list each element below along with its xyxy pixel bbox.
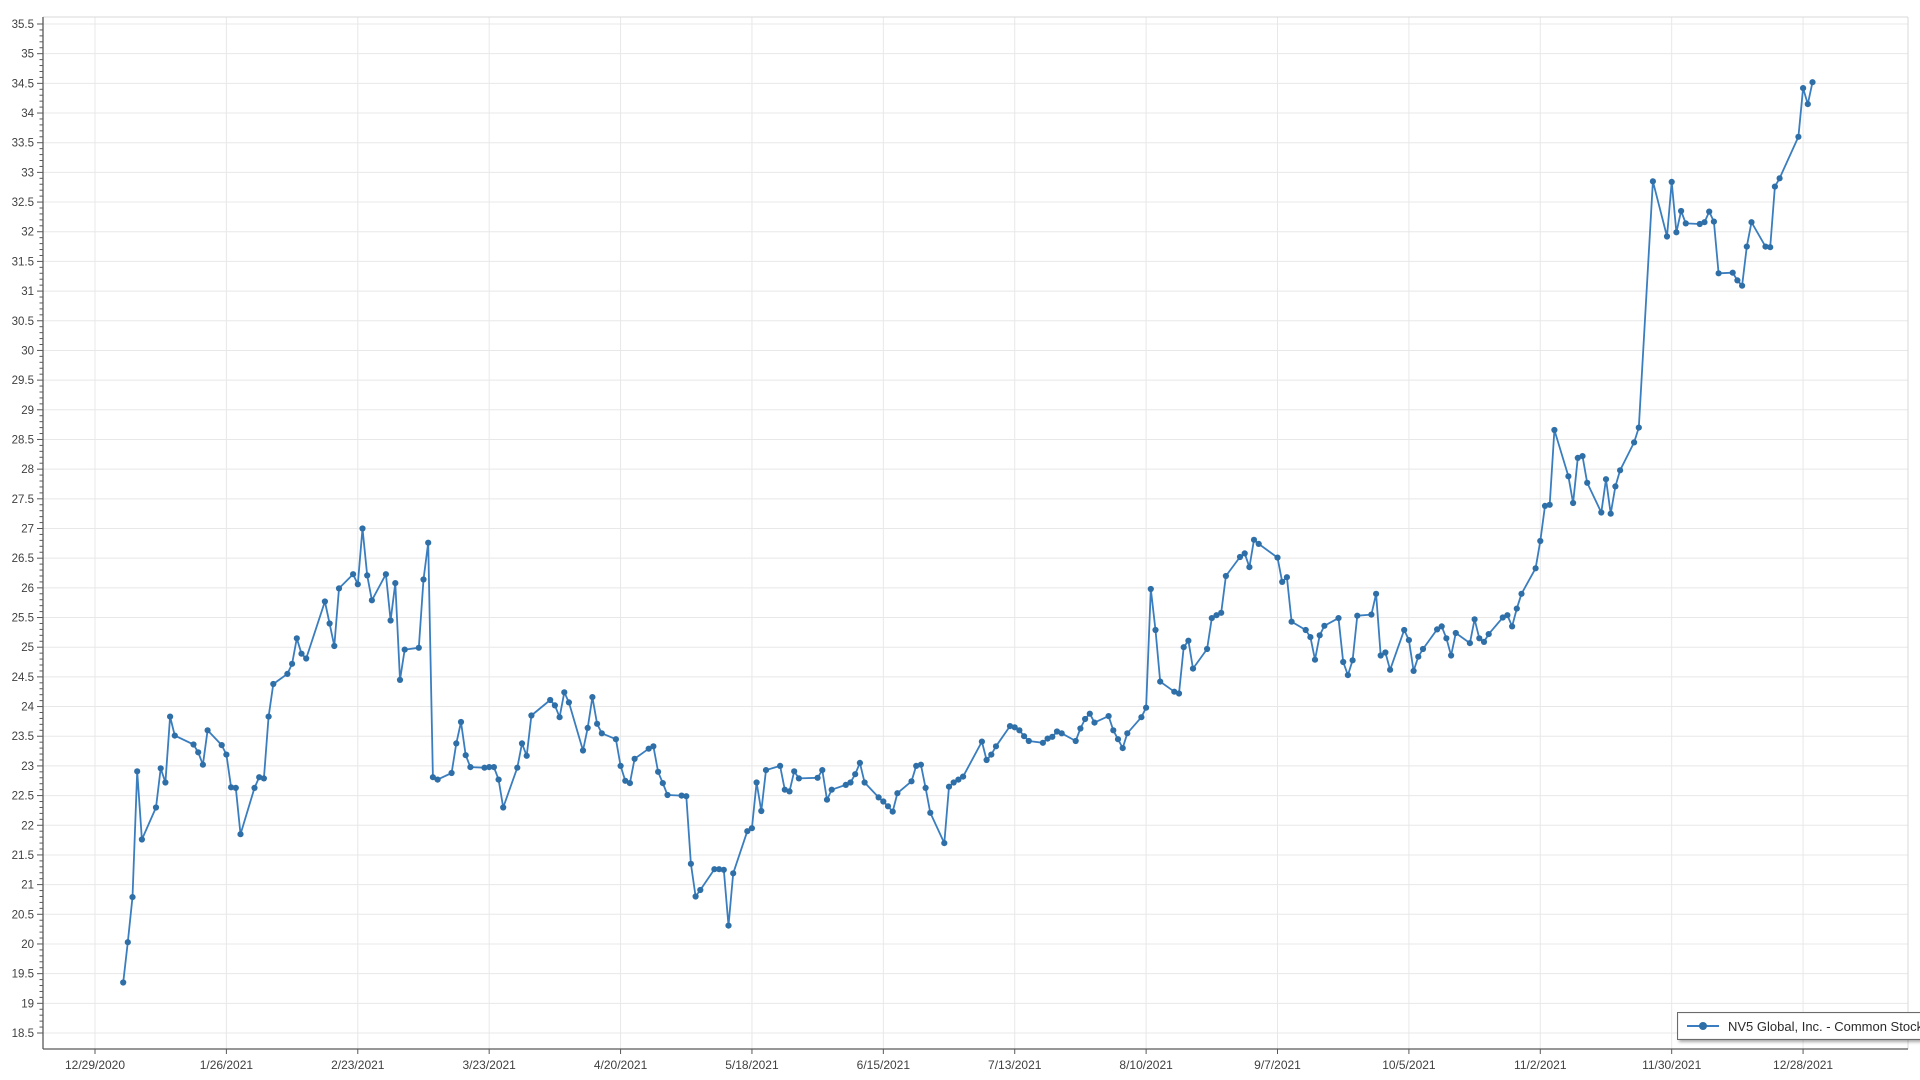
y-axis-tick-label: 20 (21, 939, 34, 951)
y-axis-tick-label: 31.5 (12, 256, 34, 268)
x-axis-tick-label: 5/18/2021 (725, 1058, 779, 1072)
y-axis-tick-label: 21 (21, 880, 34, 892)
y-axis-tick-label: 34 (21, 108, 34, 120)
stock-price-chart: 18.5 19 19.5 20 20.5 21 21.5 22 22.5 23 23.5 24 24.5… (0, 0, 1920, 1080)
y-axis-tick-label: 19.5 (12, 969, 34, 981)
y-axis-tick-label: 25 (21, 642, 34, 654)
y-axis-tick-label: 22.5 (12, 791, 34, 803)
y-axis-tick-label: 23 (21, 761, 34, 773)
y-axis-tick-label: 19 (21, 998, 34, 1010)
y-axis-tick-label: 32 (21, 227, 34, 239)
y-axis-tick-label: 33.5 (12, 138, 34, 150)
y-axis-tick-label: 21.5 (12, 850, 34, 862)
y-axis-tick-label: 18.5 (12, 1028, 34, 1040)
legend[interactable]: NV5 Global, Inc. - Common Stock (1677, 1012, 1920, 1040)
y-axis-tick-label: 35 (21, 49, 34, 61)
x-axis-tick-label: 4/20/2021 (594, 1058, 648, 1072)
x-axis-tick-label: 3/23/2021 (462, 1058, 516, 1072)
y-axis-tick-label: 24 (21, 702, 34, 714)
y-axis-tick-label: 35.5 (12, 19, 34, 31)
y-axis-tick-label: 23.5 (12, 731, 34, 743)
y-axis-tick-label: 29.5 (12, 375, 34, 387)
x-axis-tick-label: 12/29/2020 (65, 1058, 125, 1072)
x-axis-tick-label: 6/15/2021 (857, 1058, 911, 1072)
y-axis-tick-label: 26 (21, 583, 34, 595)
legend-series-label: NV5 Global, Inc. - Common Stock (1728, 1019, 1920, 1034)
x-axis-tick-label: 2/23/2021 (331, 1058, 385, 1072)
y-axis-tick-label: 24.5 (12, 672, 34, 684)
series-marker-icon (1687, 1021, 1719, 1031)
y-axis-tick-label: 28.5 (12, 434, 34, 446)
y-axis-tick-label: 28 (21, 464, 34, 476)
x-axis-tick-label: 8/10/2021 (1119, 1058, 1173, 1072)
y-axis-tick-label: 29 (21, 405, 34, 417)
y-axis-tick-label: 26.5 (12, 553, 34, 565)
y-axis-tick-label: 30 (21, 345, 34, 357)
y-axis-tick-label: 27 (21, 524, 34, 536)
chart-plot-area: 18.5 19 19.5 20 20.5 21 21.5 22 22.5 23 23.5 24 24.5… (0, 0, 1920, 1080)
x-axis-tick-label: 9/7/2021 (1254, 1058, 1301, 1072)
x-axis-tick-label: 11/2/2021 (1514, 1058, 1567, 1072)
x-axis-tick-label: 12/28/2021 (1773, 1058, 1833, 1072)
x-axis-tick-label: 11/30/2021 (1642, 1058, 1701, 1072)
y-axis-tick-label: 25.5 (12, 613, 34, 625)
x-axis-tick-label: 1/26/2021 (200, 1058, 254, 1072)
y-axis-tick-label: 20.5 (12, 909, 34, 921)
y-axis-tick-label: 27.5 (12, 494, 34, 506)
x-axis-tick-label: 10/5/2021 (1382, 1058, 1436, 1072)
y-axis-tick-label: 33 (21, 167, 34, 179)
y-axis-tick-label: 22 (21, 820, 34, 832)
y-axis-tick-label: 34.5 (12, 78, 34, 90)
y-axis-tick-label: 31 (21, 286, 34, 298)
x-axis-tick-label: 7/13/2021 (988, 1058, 1042, 1072)
y-axis-tick-label: 32.5 (12, 197, 34, 209)
y-axis-tick-label: 30.5 (12, 316, 34, 328)
